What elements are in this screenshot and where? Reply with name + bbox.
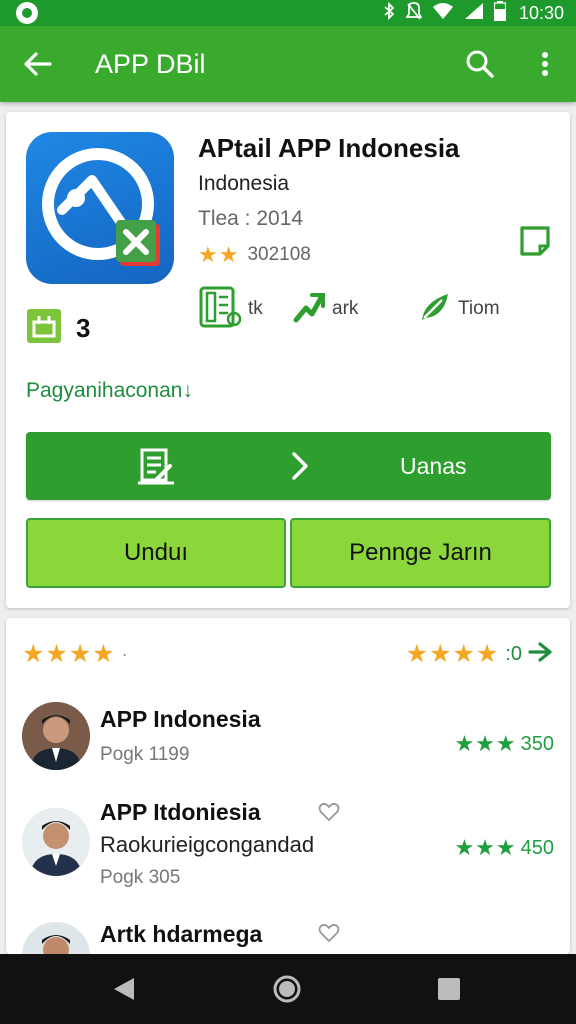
mute-icon (405, 1, 423, 25)
status-bar: 10:30 (0, 0, 576, 26)
star-icons: ★★★ (454, 731, 517, 756)
app-country: Indonesia (198, 172, 290, 195)
signal-icon (464, 2, 484, 25)
heart-icon[interactable] (318, 922, 340, 944)
stat-label: ark (332, 298, 359, 319)
secondary-button[interactable]: Penngе Jarın (290, 518, 551, 588)
back-nav-icon[interactable] (110, 974, 140, 1004)
bluetooth-icon (382, 1, 396, 25)
heart-icon[interactable] (318, 801, 340, 823)
arrow-right-icon (528, 641, 554, 668)
more-options-icon[interactable] (534, 48, 556, 80)
star-icons: ★★★ (454, 835, 517, 860)
review-rating: ★★★ 450 (454, 834, 554, 862)
chevron-down-icon: ↓ (182, 379, 193, 402)
primary-button-label: Uanas (400, 453, 467, 479)
document-icon (198, 285, 242, 334)
review-meta: Pogk 305 (100, 867, 181, 888)
app-year: Tlea : 2014 (198, 207, 304, 230)
receipt-icon (136, 446, 176, 486)
app-rating: ★★ 302108 (198, 242, 311, 268)
home-nav-icon[interactable] (272, 974, 302, 1004)
notification-icon (16, 2, 38, 24)
stat-item: tk (198, 286, 263, 332)
review-value: 350 (520, 732, 554, 755)
app-details-card: APtail APP Indonesia Indonesia Tlea : 20… (6, 112, 570, 608)
review-rating: ★★★ 350 (454, 730, 554, 758)
avatar (22, 808, 90, 876)
status-time: 10:30 (518, 3, 564, 23)
review-text: Raokurieigcongandad (100, 832, 315, 857)
version-info: 3 (26, 308, 91, 349)
rating-count: 302108 (247, 244, 311, 265)
stat-item: ark (292, 286, 358, 332)
leaf-icon (418, 290, 452, 329)
avatar (22, 702, 90, 770)
section-link-label: Pagyanihaconan (26, 379, 183, 402)
star-icons: ★★★★ (22, 640, 116, 668)
rating-filter[interactable]: ★★★★ :0 (406, 640, 554, 668)
arrow-icon (292, 290, 326, 329)
bookmark-icon[interactable] (518, 224, 552, 258)
rating-summary: ★★★★ · (22, 640, 128, 668)
stat-label: Tiom (458, 298, 500, 319)
stat-label: tk (248, 298, 263, 319)
status-icons (382, 0, 507, 26)
star-icons: ★★ (198, 242, 240, 267)
version-number: 3 (76, 312, 91, 343)
review-value: 450 (520, 836, 554, 859)
review-meta: Pogk 1199 (100, 744, 190, 765)
download-button[interactable]: Unduı (26, 518, 286, 588)
reviewer-name: APP Indonesia (100, 706, 261, 732)
wifi-icon (432, 2, 454, 25)
reviews-card: ★★★★ · ★★★★ :0 APP Indonesia Pogk 1199 ★… (6, 618, 570, 990)
chevron-right-icon (288, 450, 312, 482)
star-icons: ★★★★ (405, 640, 500, 668)
separator-dot: · (121, 643, 128, 664)
back-arrow-icon[interactable] (22, 48, 54, 80)
stat-item: Tiom (418, 286, 500, 332)
app-logo-icon (26, 132, 174, 284)
recents-nav-icon[interactable] (434, 974, 464, 1004)
search-icon[interactable] (464, 48, 496, 80)
battery-icon (493, 0, 507, 26)
app-bar: APP DBil (0, 26, 576, 102)
primary-action-button[interactable]: Uanas (26, 432, 551, 500)
reviewer-name: Artk hdarmega (100, 921, 263, 947)
navigation-bar (0, 954, 576, 1024)
calendar-icon (26, 308, 62, 349)
page-title: APP DBil (95, 49, 206, 79)
rating-value: :0 (505, 642, 522, 665)
app-name: APtail APP Indonesia (198, 133, 460, 163)
section-link[interactable]: Pagyanihaconan↓ (26, 378, 193, 404)
reviewer-name: APP Itdoniesia (100, 799, 261, 825)
